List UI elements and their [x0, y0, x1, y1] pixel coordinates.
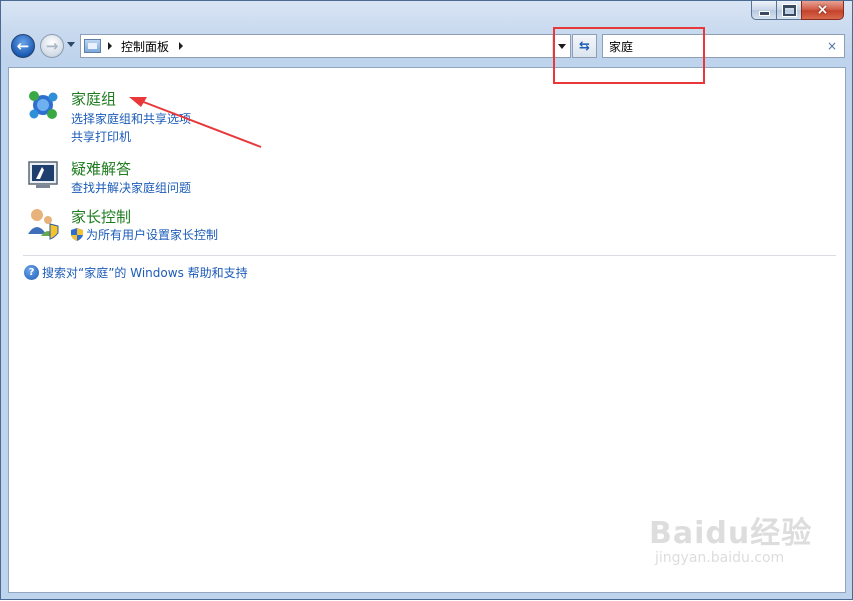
- back-arrow-icon: ←: [16, 36, 30, 55]
- homegroup-title-link[interactable]: 家庭组: [71, 88, 116, 109]
- close-icon: ×: [816, 2, 829, 18]
- watermark-url: jingyan.baidu.com: [655, 550, 785, 566]
- troubleshooting-icon: [28, 161, 58, 188]
- parental-controls-icon: [28, 209, 59, 240]
- set-parental-controls-label: 为所有用户设置家长控制: [86, 228, 219, 242]
- recent-pages-dropdown[interactable]: [67, 42, 75, 47]
- address-bar[interactable]: 控制面板: [80, 34, 571, 58]
- close-button[interactable]: ×: [801, 1, 844, 20]
- back-button[interactable]: ←: [11, 34, 35, 58]
- homegroup-problems-link[interactable]: 查找并解决家庭组问题: [71, 179, 191, 196]
- search-highlight-annotation: [553, 27, 705, 84]
- homegroup-sharing-options-link[interactable]: 选择家庭组和共享选项: [71, 110, 191, 127]
- baidu-watermark: Baidu经验 jingyan.baidu.com: [649, 508, 812, 566]
- control-panel-window: × ← → 控制面板 ⇆ 家庭 × 家庭组 选择家庭组和共享选项 共享打印机 疑…: [0, 0, 853, 600]
- minimize-button[interactable]: [751, 1, 777, 20]
- maximize-icon: [782, 4, 796, 16]
- forward-button[interactable]: →: [40, 34, 64, 58]
- clear-search-icon[interactable]: ×: [827, 39, 837, 53]
- troubleshooting-title-link[interactable]: 疑难解答: [71, 158, 131, 179]
- divider: [23, 255, 836, 256]
- forward-arrow-icon: →: [45, 36, 59, 55]
- windows-help-search-link[interactable]: ? 搜索对“家庭”的 Windows 帮助和支持: [24, 264, 248, 281]
- share-printer-link[interactable]: 共享打印机: [71, 128, 131, 145]
- caption-buttons: ×: [751, 1, 844, 22]
- help-search-label: 搜索对“家庭”的 Windows 帮助和支持: [42, 266, 248, 280]
- breadcrumb-chevron-icon[interactable]: [179, 42, 184, 50]
- search-results-pane: 家庭组 选择家庭组和共享选项 共享打印机 疑难解答 查找并解决家庭组问题 家长控…: [8, 67, 846, 593]
- breadcrumb-chevron-icon[interactable]: [108, 42, 112, 50]
- uac-shield-icon: [71, 228, 83, 241]
- help-icon: ?: [24, 265, 39, 280]
- maximize-button[interactable]: [776, 1, 802, 20]
- watermark-logo: Baidu经验: [649, 516, 813, 551]
- breadcrumb-control-panel[interactable]: 控制面板: [121, 38, 169, 55]
- control-panel-icon: [84, 39, 101, 53]
- minimize-icon: [758, 10, 770, 16]
- parental-controls-title-link[interactable]: 家长控制: [71, 206, 131, 227]
- homegroup-icon: [29, 91, 58, 119]
- set-parental-controls-link[interactable]: 为所有用户设置家长控制: [71, 226, 218, 243]
